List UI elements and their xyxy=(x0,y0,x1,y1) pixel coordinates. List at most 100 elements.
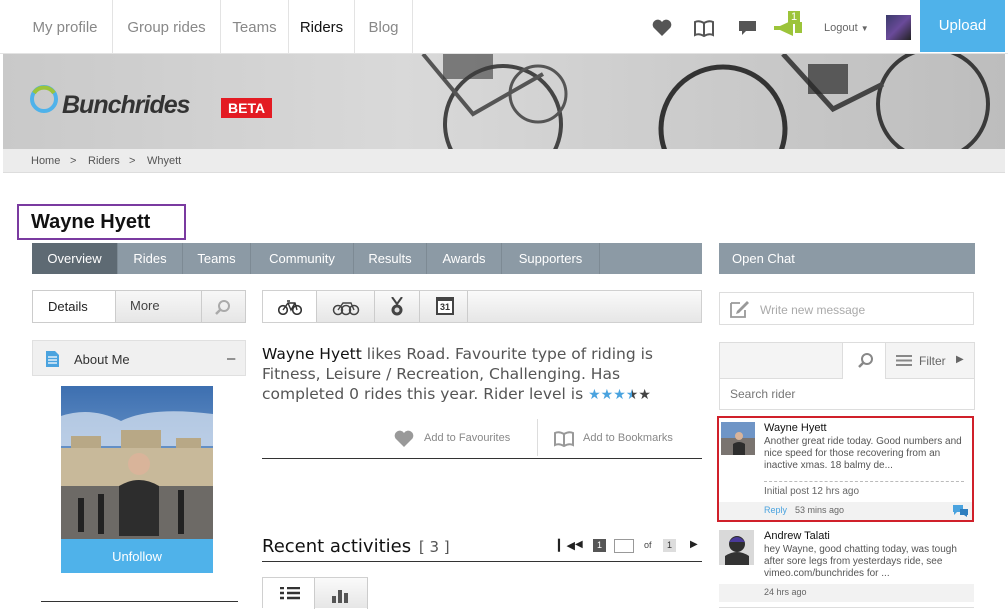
page-input[interactable] xyxy=(614,539,634,553)
of-label: of xyxy=(644,540,652,550)
list-view-tab[interactable] xyxy=(263,578,315,609)
list-icon xyxy=(280,587,300,600)
star-icon: ★ xyxy=(625,387,639,403)
chevron-right-icon: ▶ xyxy=(956,354,964,365)
chat-message[interactable]: Andrew Talati hey Wayne, good chatting t… xyxy=(719,526,974,608)
tab-ride-type[interactable] xyxy=(263,291,317,322)
current-page[interactable]: 1 xyxy=(593,539,606,552)
star-icon: ★ xyxy=(600,387,614,403)
activities-count: 3 xyxy=(429,538,439,556)
rider-bio: Wayne Hyett likes Road. Favourite type o… xyxy=(262,344,687,405)
message-meta: 24 hrs ago xyxy=(764,587,807,597)
tab-awards[interactable]: Awards xyxy=(427,243,502,274)
calendar-icon: 31 xyxy=(436,297,454,315)
message-text: hey Wayne, good chatting today, was toug… xyxy=(764,544,957,579)
unfollow-button[interactable]: Unfollow xyxy=(61,539,213,573)
divider xyxy=(764,481,964,482)
hero-banner: Bunchrides BETA xyxy=(3,54,1005,149)
filter-dropdown[interactable]: Filter ▶ xyxy=(886,343,974,379)
breadcrumb-separator: > xyxy=(70,155,77,167)
divider xyxy=(537,419,538,456)
message-author[interactable]: Wayne Hyett xyxy=(764,422,827,434)
add-favourites-label: Add to Favourites xyxy=(424,432,511,444)
details-tabs: Details More xyxy=(32,290,246,323)
chat-message[interactable]: Wayne Hyett Another great ride today. Go… xyxy=(717,416,974,522)
message-meta: Initial post 12 hrs ago xyxy=(764,486,860,497)
bookmarks-icon[interactable] xyxy=(693,18,715,38)
chat-filter-box: Filter ▶ Search rider xyxy=(719,342,975,410)
page-title: Wayne Hyett xyxy=(17,204,186,240)
conversation-icon[interactable] xyxy=(952,504,969,518)
about-me-header[interactable]: About Me – xyxy=(32,340,246,376)
nav-tab-my-profile[interactable]: My profile xyxy=(18,0,113,54)
logout-menu[interactable]: Logout ▼ xyxy=(824,22,869,34)
tab-results[interactable]: Results xyxy=(354,243,427,274)
message-text: Another great ride today. Good numbers a… xyxy=(764,436,962,471)
bio-rider-name: Wayne Hyett xyxy=(262,345,362,363)
divider xyxy=(262,561,702,562)
rider-level-stars: ★★★★★ xyxy=(588,385,651,403)
reply-time: 53 mins ago xyxy=(795,505,845,515)
tab-calendar[interactable]: 31 xyxy=(420,291,468,322)
prev-page-icon[interactable]: ◀ xyxy=(575,539,583,550)
activity-view-tabs xyxy=(262,577,368,609)
nav-tab-teams[interactable]: Teams xyxy=(221,0,289,54)
bookmarks-icon xyxy=(554,431,574,448)
message-footer: 24 hrs ago xyxy=(719,584,974,602)
breadcrumb-separator: > xyxy=(129,155,136,167)
author-avatar xyxy=(719,530,754,565)
messages-icon[interactable] xyxy=(737,18,759,38)
first-page-icon[interactable]: ▎◀ xyxy=(558,539,575,552)
breadcrumb-riders[interactable]: Riders xyxy=(88,155,120,167)
profile-tabs: Overview Rides Teams Community Results A… xyxy=(32,243,702,274)
tab-overview[interactable]: Overview xyxy=(32,243,118,274)
bunchrides-logo-icon xyxy=(30,85,58,113)
nav-tab-riders[interactable]: Riders xyxy=(289,0,355,54)
profile-photo xyxy=(61,386,213,539)
chart-view-tab[interactable] xyxy=(315,578,368,609)
reply-link[interactable]: Reply xyxy=(764,505,787,515)
search-icon[interactable] xyxy=(214,299,232,317)
nav-tab-group-rides[interactable]: Group rides xyxy=(113,0,221,54)
about-me-title: About Me xyxy=(74,352,130,367)
next-page-icon[interactable]: ▶ xyxy=(690,539,698,550)
star-icon: ★ xyxy=(588,387,601,403)
divider xyxy=(41,601,238,602)
chat-toolbar: Filter ▶ xyxy=(720,343,974,379)
chat-search-button[interactable] xyxy=(842,343,886,379)
upload-button[interactable]: Upload xyxy=(920,0,1005,52)
notification-count-badge: 1 xyxy=(788,11,801,24)
heart-icon[interactable] xyxy=(651,18,673,38)
search-rider-input[interactable]: Search rider xyxy=(730,387,795,401)
breadcrumb-current: Whyett xyxy=(147,155,182,167)
nav-tab-blog[interactable]: Blog xyxy=(355,0,413,54)
breadcrumb-home[interactable]: Home xyxy=(31,155,60,167)
divider xyxy=(262,458,702,459)
star-icon: ★ xyxy=(638,387,651,403)
tab-rides[interactable]: Rides xyxy=(118,243,183,274)
recent-activities-title: Recent activities [ 3 ] xyxy=(262,536,450,557)
avatar[interactable] xyxy=(886,15,911,40)
tab-awards[interactable] xyxy=(375,291,420,322)
tab-teams[interactable]: Teams xyxy=(183,243,251,274)
star-icon: ★ xyxy=(613,387,626,403)
heart-icon xyxy=(394,430,414,447)
message-author[interactable]: Andrew Talati xyxy=(764,530,830,542)
tab-details[interactable]: Details xyxy=(33,291,116,322)
tab-group-rides[interactable] xyxy=(317,291,375,322)
activity-type-tabs: 31 xyxy=(262,290,702,323)
bicycle-icon xyxy=(278,300,302,315)
search-icon xyxy=(858,353,873,368)
beta-badge: BETA xyxy=(221,98,273,118)
group-bicycle-icon xyxy=(332,302,360,316)
tab-more[interactable]: More xyxy=(116,291,202,322)
write-message-field[interactable]: Write new message xyxy=(719,292,974,325)
brand-name: Bunchrides xyxy=(62,91,191,119)
write-message-placeholder: Write new message xyxy=(760,303,866,317)
tab-supporters[interactable]: Supporters xyxy=(502,243,600,274)
collapse-icon[interactable]: – xyxy=(227,350,235,367)
bar-chart-icon xyxy=(332,590,348,603)
tab-community[interactable]: Community xyxy=(251,243,354,274)
open-chat-button[interactable]: Open Chat xyxy=(719,243,975,274)
add-bookmarks-label: Add to Bookmarks xyxy=(583,432,673,444)
